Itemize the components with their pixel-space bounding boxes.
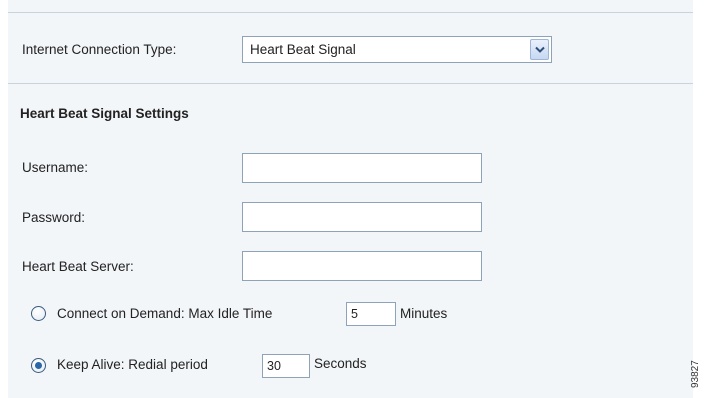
- max-idle-time-input[interactable]: 5: [346, 302, 396, 326]
- username-field[interactable]: [242, 153, 482, 183]
- figure-id: 93827: [690, 360, 701, 388]
- connection-type-label: Internet Connection Type:: [22, 42, 177, 57]
- username-label: Username:: [22, 160, 89, 175]
- section-title: Heart Beat Signal Settings: [20, 106, 189, 121]
- heart-beat-server-label: Heart Beat Server:: [22, 259, 134, 274]
- seconds-unit-label: Seconds: [314, 356, 367, 371]
- top-divider: [8, 12, 693, 13]
- password-label: Password:: [22, 210, 86, 225]
- keep-alive-radio[interactable]: [31, 358, 46, 373]
- connect-on-demand-radio[interactable]: [31, 306, 46, 321]
- password-field[interactable]: [242, 202, 482, 232]
- keep-alive-label: Keep Alive: Redial period: [57, 357, 208, 372]
- redial-period-input[interactable]: 30: [262, 354, 310, 378]
- connection-type-select[interactable]: Heart Beat Signal: [242, 36, 552, 63]
- dropdown-button[interactable]: [530, 39, 549, 60]
- connection-type-value: Heart Beat Signal: [250, 42, 356, 57]
- radio-selected-dot: [35, 362, 42, 369]
- section-divider: [8, 83, 693, 84]
- connect-on-demand-label: Connect on Demand: Max Idle Time: [57, 306, 273, 321]
- minutes-unit-label: Minutes: [400, 306, 448, 321]
- heart-beat-server-field[interactable]: [242, 251, 482, 281]
- chevron-down-icon: [535, 46, 545, 53]
